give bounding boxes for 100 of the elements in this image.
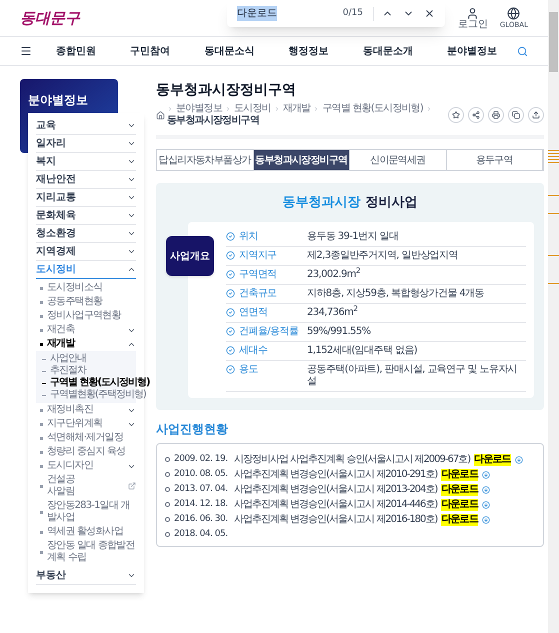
breadcrumb-item[interactable]: 분야별정보 <box>176 103 222 115</box>
chevron-right-icon <box>313 106 320 112</box>
tab[interactable]: 답십리자동차부품상가 <box>157 150 254 170</box>
field-value: 59%/991.55% <box>307 326 370 338</box>
submenu-item[interactable]: 추진절차 <box>50 365 86 377</box>
submenu-item[interactable]: 구역별현황(주택정비형) <box>50 389 146 401</box>
match-count: 0/15 <box>342 6 363 20</box>
field-label: 연면적 <box>239 307 268 319</box>
print-button[interactable] <box>488 107 504 123</box>
submenu-item[interactable]: 사업안내 <box>50 353 86 365</box>
field-label: 용도 <box>239 364 259 376</box>
nav-item[interactable]: 구민참여 <box>130 44 170 58</box>
sidebar-item[interactable]: 일자리 <box>36 138 66 149</box>
find-input[interactable]: 다운로드 <box>237 6 277 21</box>
submenu-item[interactable]: 역세권 활성화사업 <box>47 526 136 538</box>
check-icon <box>226 251 235 260</box>
submenu-item[interactable]: 재건축 <box>47 324 123 336</box>
sidebar-item[interactable]: 지역경제 <box>36 246 76 257</box>
login-button[interactable]: 로그인 <box>458 6 488 30</box>
date-text: 2009. 02. 19. <box>174 452 229 466</box>
search-icon[interactable] <box>517 46 528 56</box>
section-title: 사업진행현황 <box>156 422 229 436</box>
submenu-item[interactable]: 지구단위계획 <box>47 418 123 430</box>
date-text: 2010. 08. 05. <box>174 468 229 481</box>
sidebar-item[interactable]: 도시정비 <box>36 264 76 275</box>
download-icon[interactable] <box>482 486 490 494</box>
print-icon <box>492 111 500 119</box>
nav-item[interactable]: 행정정보 <box>288 44 329 58</box>
field-value: 지하8층, 지상59층, 복합형상가건물 4개동 <box>307 288 484 300</box>
external-link-icon <box>128 482 136 490</box>
submenu-item[interactable]: 재개발 <box>47 338 123 350</box>
dash-icon <box>42 382 46 384</box>
field-value: 234,736m$^{2}$ <box>307 307 358 319</box>
menu-icon[interactable] <box>20 45 32 57</box>
close-icon[interactable] <box>424 8 435 19</box>
sidebar-item[interactable]: 지리교통 <box>36 192 76 203</box>
submenu-item[interactable]: 재정비촉진 <box>47 404 123 416</box>
nav-item[interactable]: 동대문소개 <box>362 44 413 58</box>
bullet-icon <box>40 286 43 290</box>
globe-icon <box>507 6 520 20</box>
sidebar-item[interactable]: 재난안전 <box>36 174 76 185</box>
chevron-right-icon <box>225 106 232 112</box>
bullet-icon <box>40 314 43 318</box>
user-icon <box>466 6 480 20</box>
bullet-icon <box>40 300 43 304</box>
dash-icon <box>42 358 46 360</box>
star-button[interactable] <box>448 107 464 123</box>
nav-item[interactable]: 종합민원 <box>56 44 96 58</box>
submenu-item[interactable]: 도시정비소식 <box>47 282 136 294</box>
share-icon <box>472 111 480 119</box>
dash-icon <box>42 394 46 396</box>
field-label: 건축규모 <box>239 288 278 300</box>
bullet-icon <box>165 457 170 462</box>
submenu-item[interactable]: 도시디자인 <box>47 460 123 472</box>
check-icon <box>226 270 235 279</box>
field-value: 공동주택(아파트), 판매시설, 교육연구 및 노유자시설 <box>307 364 518 388</box>
nav-item[interactable]: 동대문소식 <box>204 44 254 58</box>
sidebar-item[interactable]: 교육 <box>36 120 56 131</box>
bullet-icon <box>40 436 43 440</box>
field-label: 건폐율/용적률 <box>239 326 300 338</box>
share-button[interactable] <box>468 107 484 123</box>
field-value: 용두동 39-1번지 일대 <box>307 231 398 243</box>
submenu-item[interactable]: 정비사업구역현황 <box>47 310 136 322</box>
submenu-item[interactable]: 건설공사알림 <box>47 474 84 498</box>
sidebar-item[interactable]: 청소환경 <box>36 228 76 239</box>
breadcrumb-item[interactable]: 도시정비 <box>234 103 271 115</box>
submenu-item[interactable]: 구역별 현황(도시정비형) <box>50 377 150 389</box>
field-label: 구역면적 <box>239 269 278 281</box>
tab[interactable]: 동부청과시장정비구역 <box>254 150 350 170</box>
download-icon[interactable] <box>482 470 490 478</box>
download-icon[interactable] <box>482 500 490 508</box>
sidebar-item[interactable]: 부동산 <box>36 570 66 581</box>
scrollbar-drawing[interactable] <box>548 0 559 633</box>
bullet-icon <box>40 342 43 346</box>
download-icon[interactable] <box>514 456 523 464</box>
breadcrumb-item[interactable]: 동부청과시장정비구역 <box>167 115 260 127</box>
bullet-icon <box>40 550 43 554</box>
bullet-icon <box>40 450 43 454</box>
download-icon[interactable] <box>482 516 490 524</box>
progress-text: 사업추진계획 변경승인(서울시고시 제2010-291호) <box>234 468 438 482</box>
breadcrumb-item[interactable]: 구역별 현황(도시정비형) <box>322 103 424 115</box>
copy-button[interactable] <box>508 107 524 123</box>
sidebar-item[interactable]: 복지 <box>36 156 56 167</box>
home-icon[interactable] <box>156 110 165 120</box>
submenu-item[interactable]: 청량리 중심지 육성 <box>47 446 136 458</box>
submenu-item[interactable]: 장안동 일대 종합발전계획 수립 <box>47 540 136 564</box>
nav-item[interactable]: 분야별정보 <box>446 44 497 58</box>
progress-text: 사업추진계획 변경승인(서울시고시 제2014-446호) <box>234 498 438 512</box>
check-icon <box>226 346 235 355</box>
overview-heading: 동부청과시장 정비사업 <box>282 195 418 210</box>
logo[interactable]: 동대문구 <box>20 6 80 30</box>
sidebar-item[interactable]: 문화체육 <box>36 210 76 221</box>
submenu-item[interactable]: 장안동283-1일대 개발사업 <box>47 500 136 524</box>
progress-text: 사업추진계획 변경승인(서울시고시 제2016-180호) <box>234 513 438 527</box>
breadcrumb-item[interactable]: 재개발 <box>282 103 310 115</box>
download-link[interactable]: 다운로드 <box>474 454 511 466</box>
submenu-item[interactable]: 석면해체·제거일정 <box>47 432 136 444</box>
upload-button[interactable] <box>528 107 544 123</box>
submenu-item[interactable]: 공동주택현황 <box>47 296 136 308</box>
bullet-icon <box>40 484 43 488</box>
